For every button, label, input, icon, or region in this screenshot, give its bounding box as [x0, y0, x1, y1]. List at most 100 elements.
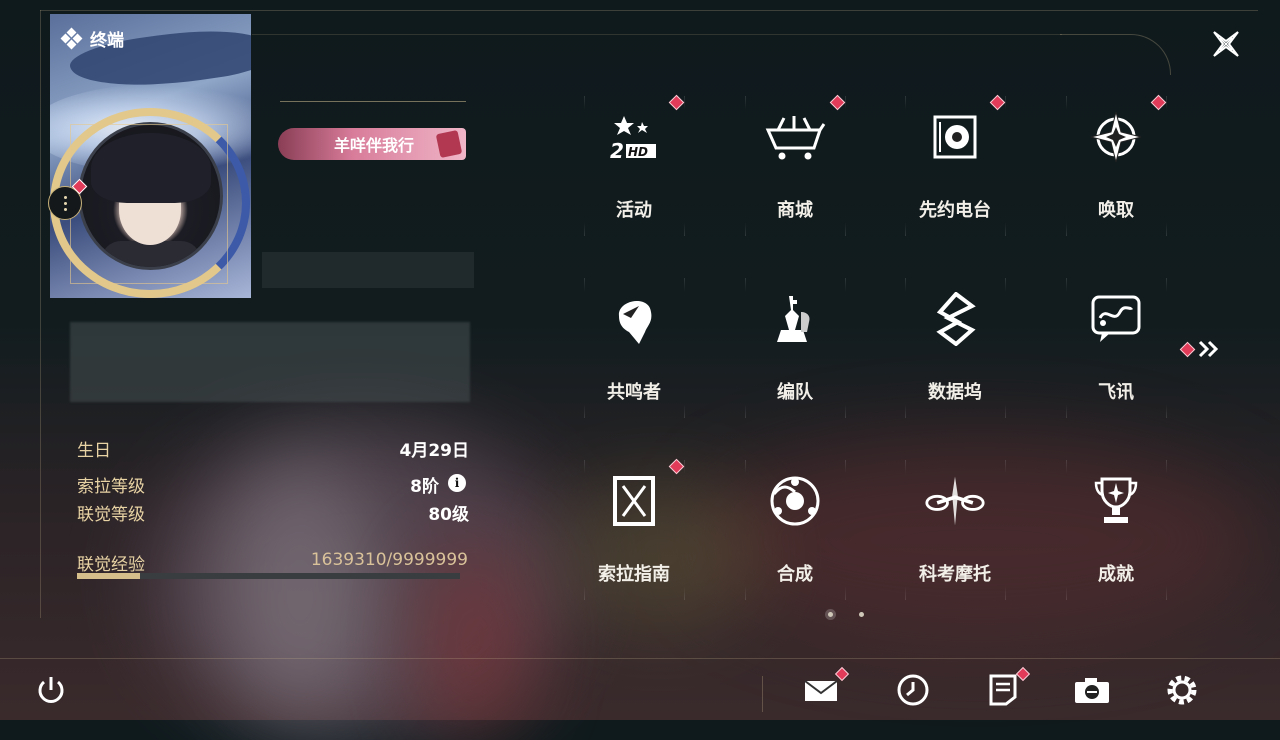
frame-line [252, 34, 1062, 35]
grid-divider [684, 460, 685, 600]
name-divider [280, 101, 466, 102]
page-indicator [828, 612, 864, 617]
menu-item-label: 唤取 [1098, 200, 1134, 221]
title-badge-text: 羊咩伴我行 [334, 136, 415, 155]
title-badge[interactable]: 羊咩伴我行 [278, 128, 466, 160]
grid-divider [1005, 96, 1006, 236]
menu-item-8[interactable]: 索拉指南 [584, 460, 684, 600]
gear-icon [1167, 675, 1197, 705]
menu-item-label: 合成 [777, 564, 813, 585]
grid-divider [1005, 278, 1006, 418]
message-chat-icon [1085, 288, 1147, 350]
close-x-icon [1213, 31, 1239, 57]
grid-divider [745, 278, 746, 418]
exp-label: 联觉经验 [77, 555, 145, 575]
synthesis-icon [764, 470, 826, 532]
grid-divider [845, 278, 846, 418]
stat-value: 4月29日 [399, 441, 470, 461]
terminal-title: 终端 [60, 26, 124, 51]
grid-divider [905, 460, 906, 600]
terminal-diamond-icon [60, 27, 83, 49]
grid-divider [1066, 96, 1067, 236]
menu-item-10[interactable]: 科考摩托 [905, 460, 1005, 600]
resonator-head-icon [603, 288, 665, 350]
menu-item-label: 先约电台 [919, 200, 991, 221]
grid-divider [905, 96, 906, 236]
grid-divider [1066, 460, 1067, 600]
menu-item-5[interactable]: 编队 [745, 278, 845, 418]
stat-label: 索拉等级 [77, 477, 145, 497]
stat-row-sola-level: 索拉等级 8阶 [77, 472, 469, 497]
mail-icon [804, 680, 838, 701]
exp-progress-bar [77, 573, 460, 579]
stat-label: 生日 [77, 441, 111, 461]
notes-icon [989, 674, 1017, 706]
info-icon[interactable]: i [448, 474, 466, 492]
exp-value: 1639310/9999999 [310, 550, 468, 570]
grid-divider [745, 460, 746, 600]
menu-item-3[interactable]: 唤取 [1066, 96, 1166, 236]
history-button[interactable] [894, 671, 932, 709]
grid-divider [745, 96, 746, 236]
menu-item-label: 数据坞 [928, 382, 982, 403]
next-page-button[interactable] [1179, 340, 1221, 358]
grid-divider [1066, 278, 1067, 418]
menu-item-6[interactable]: 数据坞 [905, 278, 1005, 418]
grid-divider [1005, 460, 1006, 600]
grid-divider [584, 278, 585, 418]
book-icon [435, 129, 463, 159]
stat-row-union-level: 联觉等级 80级 [77, 500, 469, 525]
menu-item-9[interactable]: 合成 [745, 460, 845, 600]
power-button[interactable] [32, 671, 70, 709]
mail-button[interactable] [803, 666, 850, 709]
settings-button[interactable] [1163, 671, 1201, 709]
clock-icon [897, 674, 929, 706]
menu-item-label: 飞讯 [1098, 382, 1134, 403]
event-2nd-icon: 2 HD [603, 106, 665, 168]
menu-item-label: 活动 [616, 200, 652, 221]
menu-item-11[interactable]: 成就 [1066, 460, 1166, 600]
menu-item-label: 成就 [1098, 564, 1134, 585]
grid-divider [584, 96, 585, 236]
blurred-uid-panel [262, 252, 474, 288]
radio-icon [924, 106, 986, 168]
menu-item-label: 索拉指南 [598, 564, 670, 585]
grid-divider [584, 460, 585, 600]
stat-value: 8阶 [410, 477, 439, 497]
grid-divider [845, 96, 846, 236]
menu-item-1[interactable]: 商城 [745, 96, 845, 236]
menu-item-2[interactable]: 先约电台 [905, 96, 1005, 236]
stat-label: 联觉等级 [77, 505, 145, 525]
bottom-bar-separator [762, 676, 763, 712]
camera-button[interactable] [1073, 671, 1111, 709]
grid-divider [845, 460, 846, 600]
svg-text:HD: HD [628, 145, 648, 159]
grid-divider [905, 278, 906, 418]
trophy-icon [1085, 470, 1147, 532]
close-button[interactable] [1206, 24, 1246, 64]
menu-item-label: 编队 [777, 382, 813, 403]
menu-item-4[interactable]: 共鸣者 [584, 278, 684, 418]
shop-basket-icon [764, 106, 826, 168]
double-chevron-right-icon [1198, 340, 1219, 358]
notification-badge [1179, 341, 1196, 357]
frame-line [40, 10, 1258, 11]
convene-star-icon [1085, 106, 1147, 168]
stat-value: 80级 [428, 505, 469, 525]
svg-text:2: 2 [610, 139, 624, 162]
menu-item-0[interactable]: 2 HD 活动 [584, 96, 684, 236]
frame-line [40, 10, 41, 618]
menu-item-label: 商城 [777, 200, 813, 221]
page-dot[interactable] [859, 612, 864, 617]
guidebook-icon [603, 470, 665, 532]
page-dot-active[interactable] [828, 612, 833, 617]
grid-divider [684, 96, 685, 236]
notes-button[interactable] [984, 666, 1031, 709]
menu-item-7[interactable]: 飞讯 [1066, 278, 1166, 418]
frame-corner [1060, 34, 1171, 75]
grid-divider [1166, 460, 1167, 600]
stat-row-birthday: 生日 4月29日 [77, 436, 470, 461]
page-title: 终端 [90, 31, 124, 51]
blurred-signature-panel[interactable] [70, 322, 470, 402]
motorbike-icon [924, 470, 986, 532]
